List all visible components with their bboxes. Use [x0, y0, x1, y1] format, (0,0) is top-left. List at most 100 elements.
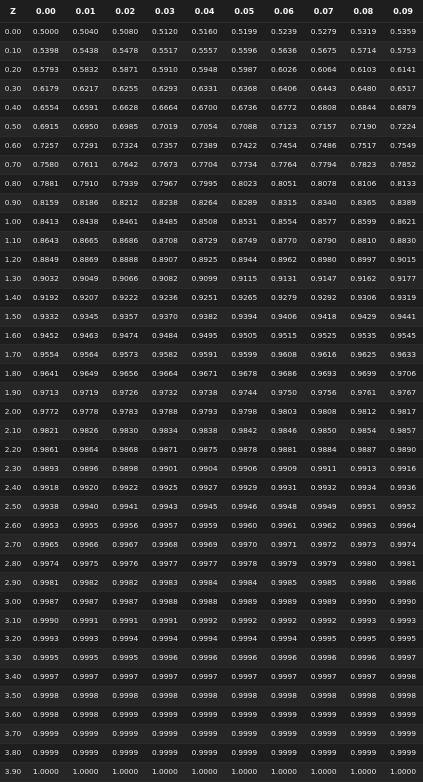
- z-value-cell: 2.40: [0, 477, 26, 498]
- probability-cell: 0.8962: [264, 250, 304, 270]
- probability-cell: 0.9996: [224, 648, 265, 668]
- probability-cell: 0.9896: [65, 458, 106, 479]
- probability-cell: 0.9998: [303, 686, 344, 706]
- probability-cell: 0.7224: [383, 117, 423, 137]
- probability-cell: 0.9738: [184, 382, 225, 403]
- probability-cell: 0.7939: [105, 174, 146, 194]
- probability-cell: 0.7324: [105, 136, 146, 156]
- table-row: 3.40 0.9997 0.9997 0.9997 0.9997 0.9997 0.9997…: [0, 667, 423, 687]
- probability-cell: 0.8554: [264, 212, 304, 232]
- probability-cell: 0.9131: [264, 269, 304, 289]
- probability-cell: 0.9945: [184, 496, 225, 517]
- probability-cell: 0.9997: [343, 667, 384, 687]
- probability-cell: 1.0000: [184, 762, 225, 782]
- probability-cell: 0.8925: [184, 250, 225, 270]
- probability-cell: 0.8577: [303, 212, 344, 232]
- probability-cell: 0.5080: [105, 22, 146, 42]
- probability-cell: 0.9032: [26, 269, 66, 289]
- probability-cell: 0.8907: [145, 250, 185, 270]
- probability-cell: 0.7794: [303, 155, 344, 175]
- probability-cell: 0.6772: [264, 98, 304, 118]
- probability-cell: 0.9838: [184, 420, 225, 441]
- probability-cell: 0.5871: [105, 60, 146, 80]
- probability-cell: 0.7157: [303, 117, 344, 137]
- probability-cell: 0.9974: [383, 534, 423, 555]
- probability-cell: 0.9977: [145, 553, 185, 574]
- probability-cell: 0.6368: [224, 79, 265, 99]
- probability-cell: 0.7257: [26, 136, 66, 156]
- probability-cell: 0.9979: [303, 553, 344, 574]
- probability-cell: 0.6591: [65, 98, 106, 118]
- probability-cell: 0.9918: [26, 477, 66, 498]
- probability-cell: 0.9999: [383, 724, 423, 744]
- probability-cell: 0.8997: [343, 250, 384, 270]
- probability-cell: 0.9236: [145, 288, 185, 308]
- probability-cell: 0.9726: [105, 382, 146, 403]
- probability-cell: 0.9664: [145, 363, 185, 384]
- table-row: 3.70 0.9999 0.9999 0.9999 0.9999 0.9999 0.9999…: [0, 724, 423, 744]
- probability-cell: 0.9992: [303, 610, 344, 630]
- probability-cell: 0.9964: [383, 515, 423, 536]
- probability-cell: 0.9929: [224, 477, 265, 498]
- probability-cell: 0.9265: [224, 288, 265, 308]
- table-row: 0.80 0.7881 0.7910 0.7939 0.7967 0.7995 0.8023…: [0, 174, 423, 194]
- probability-cell: 1.0000: [105, 762, 146, 782]
- probability-cell: 0.7422: [224, 136, 265, 156]
- probability-cell: 0.9989: [224, 591, 265, 612]
- z-value-cell: 2.00: [0, 401, 26, 422]
- probability-cell: 0.5000: [26, 22, 66, 42]
- z-value-cell: 3.40: [0, 667, 26, 687]
- probability-cell: 0.9938: [26, 496, 66, 517]
- probability-cell: 0.9999: [303, 724, 344, 744]
- probability-cell: 0.5753: [383, 41, 423, 61]
- probability-cell: 0.8508: [184, 212, 225, 232]
- probability-cell: 0.8790: [303, 231, 344, 251]
- z-value-cell: 1.80: [0, 363, 26, 384]
- z-value-cell: 3.20: [0, 629, 26, 649]
- column-header: 0.07: [303, 0, 344, 23]
- probability-cell: 0.9554: [26, 344, 66, 365]
- z-value-cell: 0.80: [0, 174, 26, 194]
- probability-cell: 0.9881: [264, 439, 304, 460]
- probability-cell: 0.9625: [343, 344, 384, 365]
- probability-cell: 0.8686: [105, 231, 146, 251]
- z-value-cell: 0.20: [0, 60, 26, 80]
- probability-cell: 0.9995: [26, 648, 66, 668]
- probability-cell: 0.9999: [343, 743, 384, 763]
- probability-cell: 0.9959: [184, 515, 225, 536]
- probability-cell: 0.9798: [224, 401, 265, 422]
- probability-cell: 0.9999: [303, 743, 344, 763]
- probability-cell: 0.9890: [383, 439, 423, 460]
- z-value-cell: 2.20: [0, 439, 26, 460]
- probability-cell: 0.9854: [343, 420, 384, 441]
- probability-cell: 0.9969: [184, 534, 225, 555]
- z-value-cell: 3.10: [0, 610, 26, 630]
- probability-cell: 0.9693: [303, 363, 344, 384]
- probability-cell: 0.9922: [105, 477, 146, 498]
- probability-cell: 0.9996: [145, 648, 185, 668]
- probability-cell: 0.8212: [105, 193, 146, 213]
- probability-cell: 0.6879: [383, 98, 423, 118]
- probability-cell: 0.8023: [224, 174, 265, 194]
- probability-cell: 0.9911: [303, 458, 344, 479]
- probability-cell: 0.9995: [343, 629, 384, 649]
- probability-cell: 0.9995: [65, 648, 106, 668]
- probability-cell: 0.9989: [303, 591, 344, 612]
- probability-cell: 0.5517: [145, 41, 185, 61]
- probability-cell: 0.9015: [383, 250, 423, 270]
- z-value-cell: 0.60: [0, 136, 26, 156]
- table-row: 1.60 0.9452 0.9463 0.9474 0.9484 0.9495 0.9505…: [0, 326, 423, 346]
- z-value-cell: 1.00: [0, 212, 26, 232]
- z-value-cell: 0.10: [0, 41, 26, 61]
- probability-cell: 0.9495: [184, 326, 225, 346]
- probability-cell: 0.8315: [264, 193, 304, 213]
- probability-cell: 0.9971: [264, 534, 304, 555]
- probability-cell: 0.9997: [264, 667, 304, 687]
- probability-cell: 0.9997: [184, 667, 225, 687]
- probability-cell: 0.9744: [224, 382, 265, 403]
- z-table: Z 0.00 0.01 0.02 0.03 0.04 0.05 0.06 0.0…: [0, 0, 423, 782]
- probability-cell: 0.5557: [184, 41, 225, 61]
- probability-cell: 0.9993: [343, 610, 384, 630]
- probability-cell: 0.9992: [184, 610, 225, 630]
- probability-cell: 1.0000: [264, 762, 304, 782]
